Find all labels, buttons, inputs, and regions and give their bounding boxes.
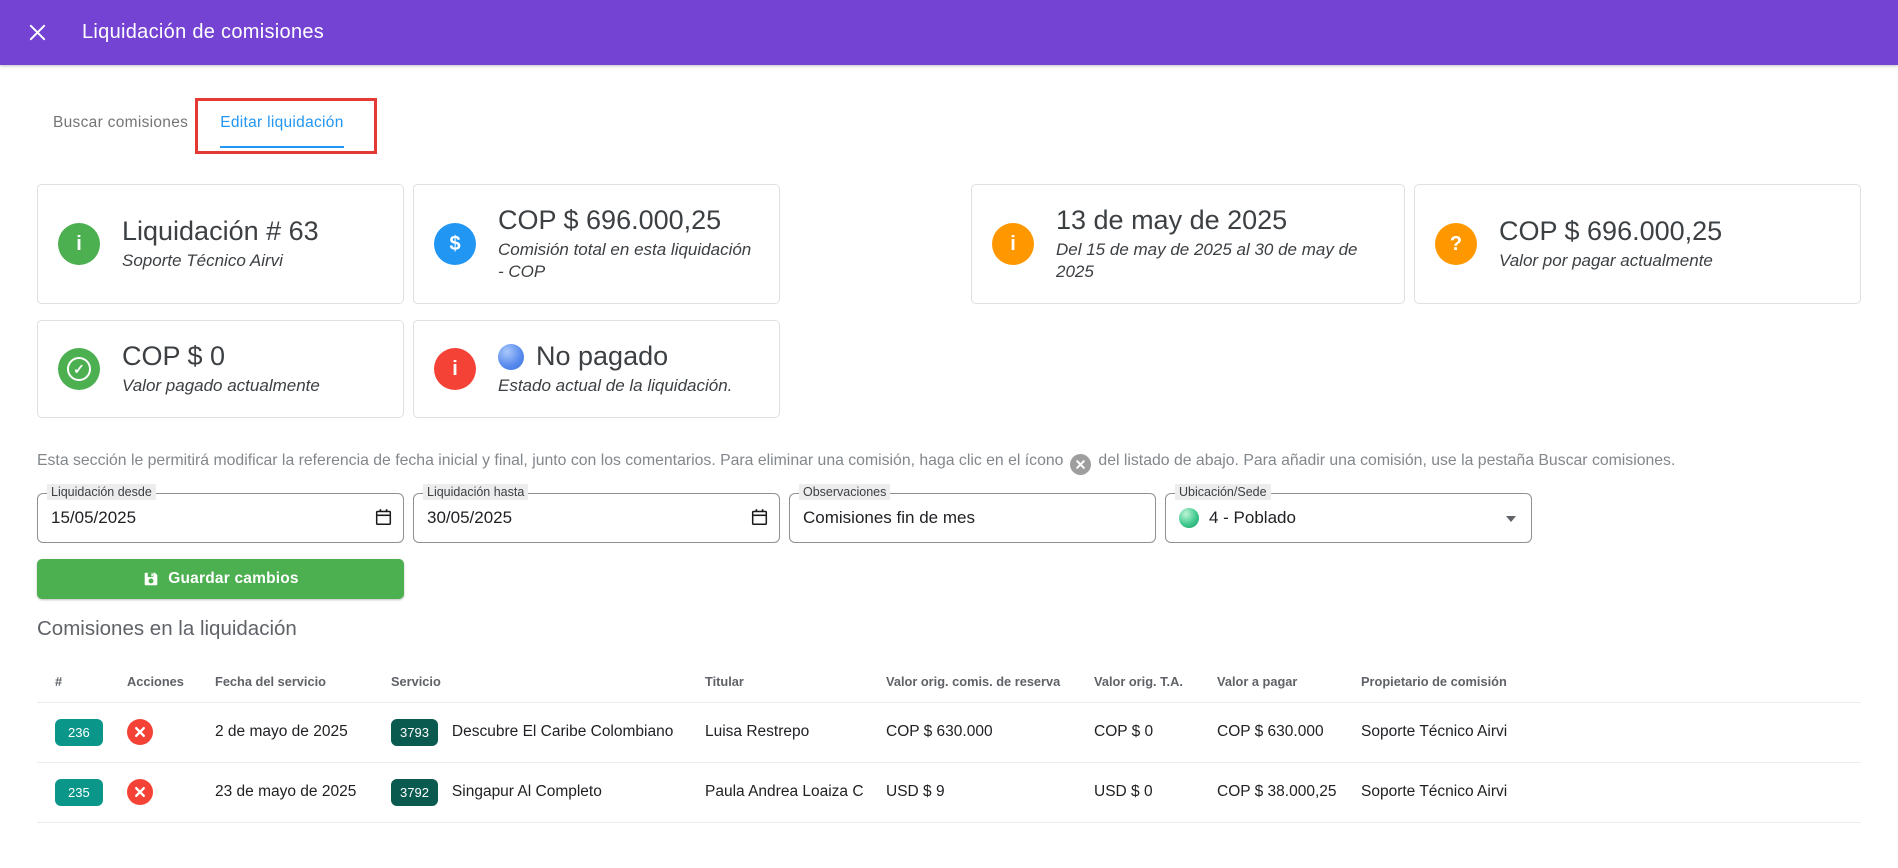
dollar-icon: $ bbox=[434, 223, 476, 265]
column-header-fecha: Fecha del servicio bbox=[205, 658, 381, 703]
column-header-id: # bbox=[37, 658, 117, 703]
app-bar: Liquidación de comisiones bbox=[0, 0, 1898, 65]
save-button[interactable]: Guardar cambios bbox=[37, 559, 404, 599]
service-cell: 3793 Descubre El Caribe Colombiano bbox=[381, 702, 695, 762]
valor-pagar-cell: COP $ 38.000,25 bbox=[1207, 762, 1351, 822]
status-sphere-icon bbox=[498, 344, 524, 370]
field-ubicacion-sede[interactable]: Ubicación/Sede 4 - Poblado bbox=[1165, 493, 1532, 543]
service-code-badge: 3793 bbox=[391, 719, 438, 746]
delete-x-icon bbox=[134, 786, 146, 798]
card-valor-pagado: ✓ COP $ 0 Valor pagado actualmente bbox=[37, 320, 404, 418]
status-text: No pagado bbox=[536, 341, 668, 372]
card-subtitle: Valor por pagar actualmente bbox=[1499, 250, 1722, 272]
service-name: Descubre El Caribe Colombiano bbox=[452, 723, 673, 741]
card-estado-liquidacion: i No pagado Estado actual de la liquidac… bbox=[413, 320, 780, 418]
field-label: Liquidación hasta bbox=[423, 484, 528, 500]
field-label: Liquidación desde bbox=[47, 484, 156, 500]
section-title: Comisiones en la liquidación bbox=[37, 617, 1861, 641]
dropdown-caret-icon bbox=[1506, 516, 1516, 522]
commission-id-badge: 235 bbox=[55, 779, 103, 806]
close-button[interactable] bbox=[22, 18, 52, 48]
propietario-cell: Soporte Técnico Airvi bbox=[1351, 702, 1861, 762]
card-title: COP $ 696.000,25 bbox=[1499, 216, 1722, 247]
column-header-acciones: Acciones bbox=[117, 658, 205, 703]
service-code-badge: 3792 bbox=[391, 779, 438, 806]
save-button-label: Guardar cambios bbox=[168, 570, 299, 588]
observaciones-input[interactable] bbox=[790, 508, 1155, 528]
liquidacion-hasta-input[interactable] bbox=[414, 508, 779, 528]
valor-reserva-cell: USD $ 9 bbox=[876, 762, 1084, 822]
save-icon bbox=[142, 570, 160, 588]
check-icon: ✓ bbox=[58, 348, 100, 390]
field-label: Ubicación/Sede bbox=[1175, 484, 1271, 500]
card-rango-fechas: i 13 de may de 2025 Del 15 de may de 202… bbox=[971, 184, 1405, 304]
card-comision-total: $ COP $ 696.000,25 Comisión total en est… bbox=[413, 184, 780, 304]
liquidation-form: Liquidación desde Liquidación hasta bbox=[37, 493, 1861, 543]
valor-pagar-cell: COP $ 630.000 bbox=[1207, 702, 1351, 762]
table-header-row: # Acciones Fecha del servicio Servicio T… bbox=[37, 658, 1861, 703]
card-title: Liquidación # 63 bbox=[122, 216, 319, 247]
card-liquidacion-numero: i Liquidación # 63 Soporte Técnico Airvi bbox=[37, 184, 404, 304]
column-header-valor-ta: Valor orig. T.A. bbox=[1084, 658, 1207, 703]
summary-cards: i Liquidación # 63 Soporte Técnico Airvi… bbox=[37, 184, 1861, 418]
info-icon: i bbox=[58, 223, 100, 265]
question-icon: ? bbox=[1435, 223, 1477, 265]
valor-reserva-cell: COP $ 630.000 bbox=[876, 702, 1084, 762]
description-part1: Esta sección le permitirá modificar la r… bbox=[37, 452, 1063, 469]
info-icon: i bbox=[992, 223, 1034, 265]
card-subtitle: Soporte Técnico Airvi bbox=[122, 250, 319, 272]
table-row: 236 2 de mayo de 2025 3793 Descubre El C… bbox=[37, 702, 1861, 762]
propietario-cell: Soporte Técnico Airvi bbox=[1351, 762, 1861, 822]
card-title: COP $ 696.000,25 bbox=[498, 205, 759, 236]
card-title: 13 de may de 2025 bbox=[1056, 205, 1376, 236]
card-title: No pagado bbox=[498, 341, 732, 372]
tab-bar: Buscar comisiones Editar liquidación bbox=[37, 100, 344, 148]
delete-commission-button[interactable] bbox=[127, 779, 153, 805]
service-date-cell: 2 de mayo de 2025 bbox=[205, 702, 381, 762]
info-icon: i bbox=[434, 348, 476, 390]
column-header-valor-pagar: Valor a pagar bbox=[1207, 658, 1351, 703]
description-part2: del listado de abajo. Para añadir una co… bbox=[1098, 452, 1675, 469]
commissions-table: # Acciones Fecha del servicio Servicio T… bbox=[37, 658, 1861, 823]
ubicacion-select-value: 4 - Poblado bbox=[1209, 508, 1296, 528]
delete-icon-inline bbox=[1070, 454, 1091, 475]
service-cell: 3792 Singapur Al Completo bbox=[381, 762, 695, 822]
tab-buscar-comisiones[interactable]: Buscar comisiones bbox=[53, 100, 188, 148]
card-subtitle: Estado actual de la liquidación. bbox=[498, 375, 732, 397]
valor-ta-cell: USD $ 0 bbox=[1084, 762, 1207, 822]
column-header-servicio: Servicio bbox=[381, 658, 695, 703]
table-row: 235 23 de mayo de 2025 3792 Singapur Al … bbox=[37, 762, 1861, 822]
card-subtitle: Comisión total en esta liquidación - COP bbox=[498, 239, 759, 283]
card-subtitle: Del 15 de may de 2025 al 30 de may de 20… bbox=[1056, 239, 1376, 283]
delete-x-icon bbox=[134, 726, 146, 738]
card-subtitle: Valor pagado actualmente bbox=[122, 375, 320, 397]
column-header-valor-reserva: Valor orig. comis. de reserva bbox=[876, 658, 1084, 703]
card-valor-por-pagar: ? COP $ 696.000,25 Valor por pagar actua… bbox=[1414, 184, 1861, 304]
calendar-icon[interactable] bbox=[750, 508, 769, 527]
field-label: Observaciones bbox=[799, 484, 890, 500]
commission-id-badge: 236 bbox=[55, 719, 103, 746]
section-description: Esta sección le permitirá modificar la r… bbox=[37, 444, 1861, 477]
liquidacion-desde-input[interactable] bbox=[38, 508, 403, 528]
close-icon bbox=[28, 23, 47, 42]
location-sphere-icon bbox=[1179, 508, 1199, 528]
column-header-titular: Titular bbox=[695, 658, 876, 703]
titular-cell: Paula Andrea Loaiza C bbox=[695, 762, 876, 822]
delete-commission-button[interactable] bbox=[127, 719, 153, 745]
service-name: Singapur Al Completo bbox=[452, 783, 602, 801]
service-date-cell: 23 de mayo de 2025 bbox=[205, 762, 381, 822]
titular-cell: Luisa Restrepo bbox=[695, 702, 876, 762]
field-liquidacion-hasta: Liquidación hasta bbox=[413, 493, 780, 543]
card-title: COP $ 0 bbox=[122, 341, 320, 372]
field-observaciones: Observaciones bbox=[789, 493, 1156, 543]
field-liquidacion-desde: Liquidación desde bbox=[37, 493, 404, 543]
tab-editar-liquidacion[interactable]: Editar liquidación bbox=[220, 100, 343, 148]
table-body: 236 2 de mayo de 2025 3793 Descubre El C… bbox=[37, 702, 1861, 822]
page-title: Liquidación de comisiones bbox=[82, 21, 324, 44]
calendar-icon[interactable] bbox=[374, 508, 393, 527]
column-header-propietario: Propietario de comisión bbox=[1351, 658, 1861, 703]
valor-ta-cell: COP $ 0 bbox=[1084, 702, 1207, 762]
